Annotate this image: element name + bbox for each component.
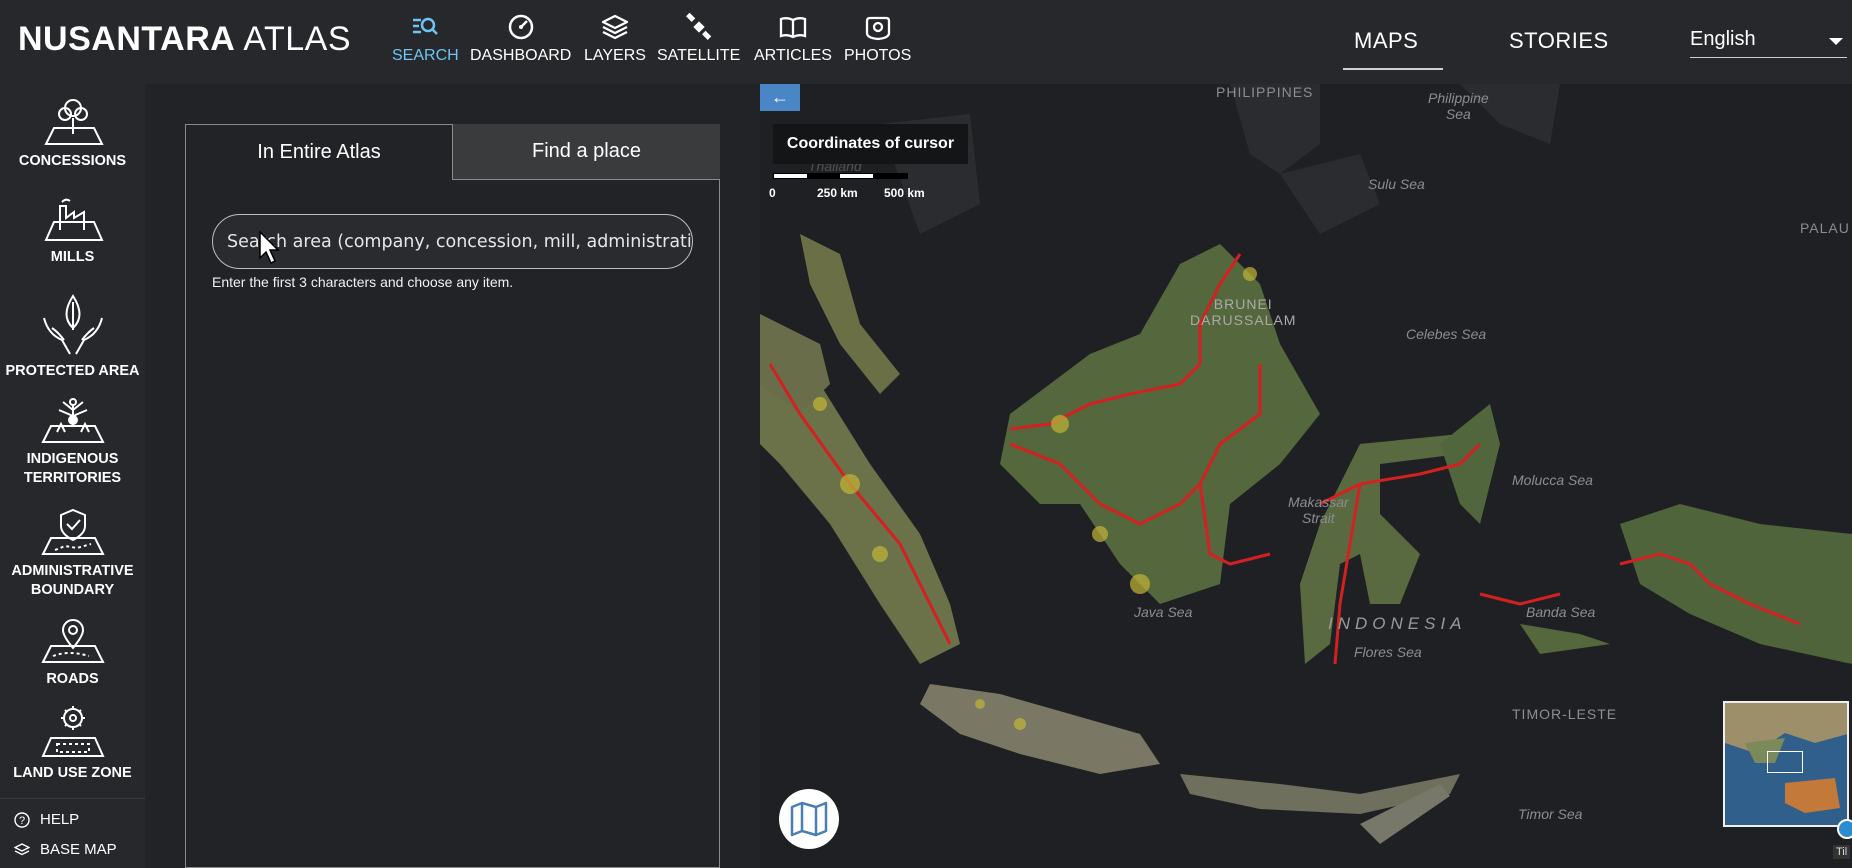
sidebar-item-protected-area[interactable]: PROTECTED AREA xyxy=(0,288,145,381)
chevron-down-icon xyxy=(1829,38,1843,45)
app-logo[interactable]: NUSANTARA ATLAS xyxy=(18,20,351,59)
tile-attribution: Til xyxy=(1833,845,1851,859)
svg-text:?: ? xyxy=(19,815,25,827)
sidebar-item-indigenous-territories[interactable]: INDIGENOUS TERRITORIES xyxy=(0,396,145,488)
collapse-panel-button[interactable]: ← xyxy=(760,84,800,111)
label-indonesia: INDONESIA xyxy=(1328,614,1467,633)
sidebar-label: ROADS xyxy=(46,671,99,687)
shield-boundary-icon xyxy=(40,508,105,555)
sidebar-item-mills[interactable]: MILLS xyxy=(0,192,145,267)
nav-satellite-label: SATELLITE xyxy=(657,47,741,64)
search-list-icon xyxy=(413,17,439,35)
help-label: HELP xyxy=(40,811,80,828)
top-bar: NUSANTARA ATLAS SEARCH DASHBOARD LAYERS S… xyxy=(0,0,1852,84)
sidebar-label: CONCESSIONS xyxy=(18,153,127,169)
hands-leaf-icon xyxy=(42,294,103,355)
nav-layers-label: LAYERS xyxy=(584,47,646,64)
maps-active-underline xyxy=(1343,68,1443,70)
gear-zone-icon xyxy=(40,706,105,757)
language-select[interactable]: English xyxy=(1690,28,1847,58)
sidebar-item-concessions[interactable]: CONCESSIONS xyxy=(0,94,145,171)
help-link[interactable]: ? HELP xyxy=(14,811,79,828)
map-canvas[interactable] xyxy=(760,84,1852,868)
gauge-icon xyxy=(508,14,533,40)
map-view[interactable]: PHILIPPINES Philippine Sea Sulu Sea PALA… xyxy=(760,84,1852,868)
sidebar-label: ADMINISTRATIVE BOUNDARY xyxy=(11,563,134,598)
mouse-cursor-icon xyxy=(259,230,280,265)
label-sulu-sea: Sulu Sea xyxy=(1368,176,1425,192)
label-timor-sea: Timor Sea xyxy=(1518,806,1583,822)
label-banda-sea: Banda Sea xyxy=(1526,604,1596,620)
label-celebes-sea: Celebes Sea xyxy=(1406,326,1487,342)
scale-bar xyxy=(773,173,908,179)
logo-light: ATLAS xyxy=(243,20,351,58)
help-icon: ? xyxy=(14,811,30,828)
tab-entire-atlas[interactable]: In Entire Atlas xyxy=(185,124,453,180)
label-timor-leste: TIMOR-LESTE xyxy=(1512,706,1618,722)
nav-search[interactable]: SEARCH xyxy=(392,12,459,65)
book-icon xyxy=(779,17,807,39)
base-map-link[interactable]: BASE MAP xyxy=(14,841,117,858)
label-java-sea: Java Sea xyxy=(1134,604,1193,620)
scale-label-0: 0 xyxy=(769,186,776,200)
nav-maps[interactable]: MAPS xyxy=(1354,28,1418,54)
nav-dashboard[interactable]: DASHBOARD xyxy=(470,12,571,65)
layers-icon xyxy=(14,842,30,855)
base-map-label: BASE MAP xyxy=(40,841,117,858)
cursor-coordinates: Coordinates of cursor xyxy=(773,124,968,164)
map-icon xyxy=(790,801,828,837)
label-brunei: BRUNEI DARUSSALAM xyxy=(1190,296,1297,328)
label-makassar-strait: Makassar Strait xyxy=(1288,494,1349,526)
people-tree-icon xyxy=(40,398,105,443)
minimap-viewport-frame[interactable] xyxy=(1767,751,1803,773)
search-hint: Enter the first 3 characters and choose … xyxy=(212,274,514,290)
label-philippines: PHILIPPINES xyxy=(1216,84,1314,100)
label-philippine-sea: Philippine Sea xyxy=(1428,90,1489,122)
tab-find-place[interactable]: Find a place xyxy=(453,124,720,180)
minimap-toggle-button[interactable] xyxy=(1837,819,1852,839)
overview-minimap[interactable] xyxy=(1723,701,1849,827)
sidebar-item-administrative-boundary[interactable]: ADMINISTRATIVE BOUNDARY xyxy=(0,506,145,600)
nav-dashboard-label: DASHBOARD xyxy=(470,47,572,64)
sidebar-label: MILLS xyxy=(50,249,95,265)
nav-layers[interactable]: LAYERS xyxy=(584,12,646,65)
layer-sidebar: CONCESSIONS MILLS PROTECTED AREA INDIGEN… xyxy=(0,84,145,868)
sidebar-item-land-use-zone[interactable]: LAND USE ZONE xyxy=(0,704,145,783)
arrow-left-icon: ← xyxy=(771,87,789,107)
sidebar-label: INDIGENOUS TERRITORIES xyxy=(23,451,122,486)
sidebar-item-roads[interactable]: ROADS xyxy=(0,616,145,689)
nav-articles-label: ARTICLES xyxy=(754,47,832,64)
logo-bold: NUSANTARA xyxy=(18,20,236,58)
camera-icon xyxy=(865,16,890,41)
tree-plot-icon xyxy=(43,99,104,145)
factory-icon xyxy=(43,198,104,241)
nav-articles[interactable]: ARTICLES xyxy=(754,12,832,65)
satellite-icon xyxy=(685,12,711,40)
label-palau: PALAU xyxy=(1800,220,1850,236)
nav-photos-label: PHOTOS xyxy=(844,47,912,64)
sidebar-divider xyxy=(0,798,145,799)
nav-search-label: SEARCH xyxy=(392,47,459,64)
sidebar-label: PROTECTED AREA xyxy=(5,363,140,379)
nav-satellite[interactable]: SATELLITE xyxy=(657,12,740,65)
label-molucca-sea: Molucca Sea xyxy=(1512,472,1593,488)
nav-photos[interactable]: PHOTOS xyxy=(844,12,911,65)
language-value: English xyxy=(1690,28,1756,50)
search-input[interactable] xyxy=(212,214,693,269)
basemap-toggle-button[interactable] xyxy=(779,789,839,849)
layers-icon xyxy=(601,14,629,40)
sidebar-label: LAND USE ZONE xyxy=(13,765,132,781)
nav-stories[interactable]: STORIES xyxy=(1509,28,1609,54)
road-pin-icon xyxy=(40,619,105,663)
scale-label-500: 500 km xyxy=(884,186,925,200)
label-flores-sea: Flores Sea xyxy=(1354,644,1422,660)
scale-label-250: 250 km xyxy=(817,186,858,200)
